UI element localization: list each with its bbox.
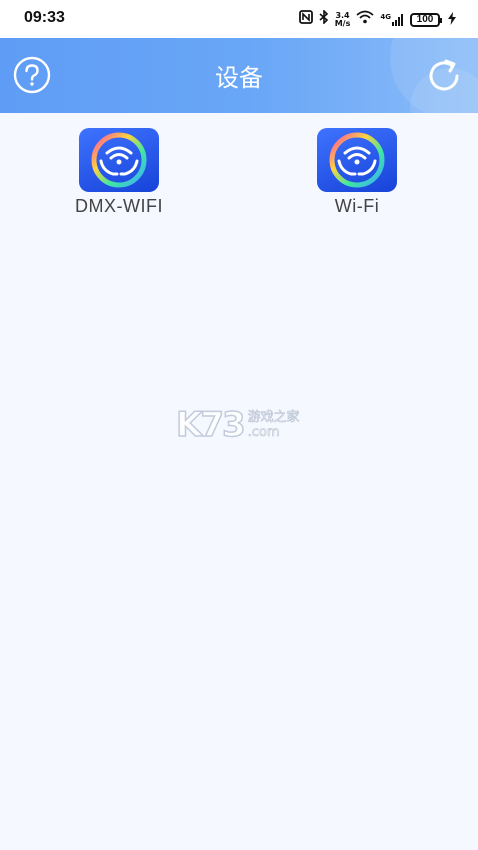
device-label: DMX-WIFI <box>75 196 163 216</box>
device-tile[interactable] <box>79 128 159 192</box>
wifi-signal-icon <box>356 10 374 29</box>
device-tile[interactable] <box>317 128 397 192</box>
wifi-hands-icon <box>91 132 147 188</box>
device-label: Wi-Fi <box>334 196 380 216</box>
watermark-brand: K73 <box>175 405 246 445</box>
device-item-wi-fi[interactable]: Wi-Fi <box>277 128 437 217</box>
page-title: 设备 <box>215 64 263 92</box>
status-time: 09:33 <box>24 9 65 26</box>
watermark-domain: .com <box>247 425 280 441</box>
charging-icon <box>448 11 456 28</box>
status-bar: 09:33 3.4 M/s 4G 100 <box>0 0 478 38</box>
nfc-icon <box>298 10 313 29</box>
cellular-signal-icon: 4G <box>380 13 404 26</box>
app-header: 设备 <box>0 38 478 113</box>
network-speed: 3.4 M/s <box>334 10 351 28</box>
watermark-chinese: 游戏之家 <box>247 410 300 426</box>
status-icons: 3.4 M/s 4G 100 <box>298 9 456 29</box>
wifi-hands-icon <box>329 132 385 188</box>
bluetooth-icon <box>319 9 329 29</box>
refresh-icon <box>429 59 459 91</box>
device-item-dmx-wifi[interactable]: DMX-WIFI <box>39 128 199 217</box>
watermark: K73 游戏之家 .com <box>175 405 300 445</box>
watermark-text: 游戏之家 .com <box>247 410 300 441</box>
refresh-button[interactable] <box>424 56 464 96</box>
battery-indicator: 100 <box>410 12 442 27</box>
